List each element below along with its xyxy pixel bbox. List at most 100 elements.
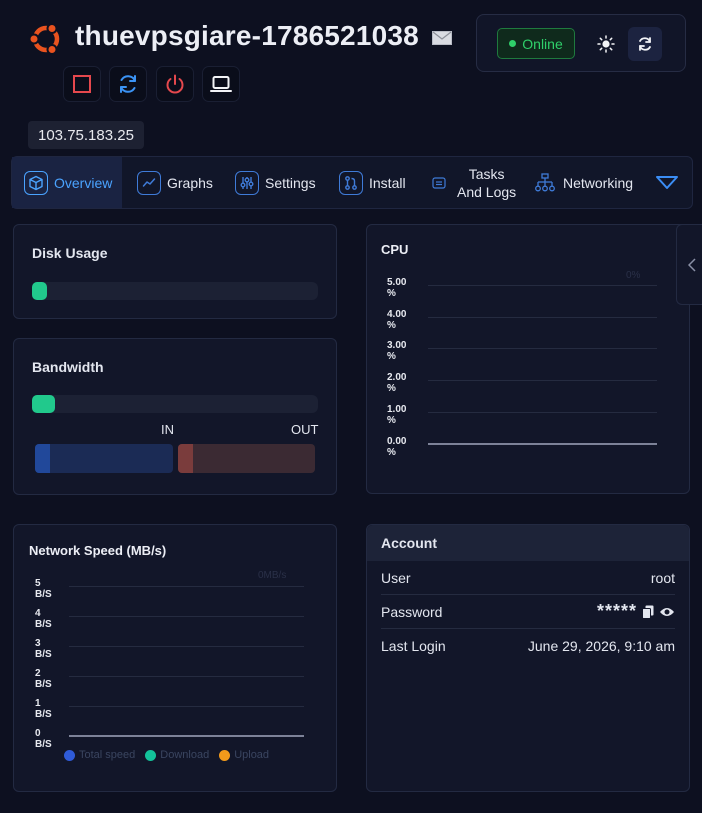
tab-label: Networking [563,174,634,191]
cpu-faint-label: 0% [626,270,641,281]
ubuntu-logo-icon [28,20,64,56]
tab-label-line1: Tasks [468,165,505,182]
ip-address[interactable]: 103.75.183.25 [28,121,144,149]
cpu-card [366,224,690,494]
tab-label: Install [369,174,406,191]
tab-install[interactable]: Install [339,157,406,208]
status-dot-icon [509,40,517,47]
bandwidth-in-fill [35,444,50,473]
list-icon [427,171,451,195]
account-label: Last Login [381,638,446,654]
tab-label: Overview [54,174,113,191]
network-series-line [69,735,304,737]
sliders-icon [235,170,259,195]
tab-label: Graphs [167,174,213,191]
cpu-gridline [428,380,657,381]
bandwidth-out-label: OUT [291,422,319,437]
account-row-user: User root [381,561,675,595]
tab-label-line2: And Logs [457,183,517,200]
stop-button[interactable] [64,67,100,101]
cpu-y-tick: 0.00 % [387,436,407,458]
cpu-y-tick: 2.00 % [387,372,407,394]
status-badge: Online [497,28,575,59]
cpu-gridline [428,317,657,318]
tab-graphs[interactable]: Graphs [137,157,213,208]
theme-toggle-button[interactable] [592,29,620,59]
bandwidth-in-bar [35,444,173,473]
disk-usage-card [13,224,337,319]
more-tabs-chevron-icon[interactable] [654,170,680,196]
network-gridline [69,616,304,617]
network-y-tick: 0 B/S [35,728,52,750]
side-panel-toggle[interactable] [676,224,702,305]
bandwidth-bar [32,395,318,413]
legend-item[interactable]: Total speed [64,749,135,761]
network-y-tick: 2 B/S [35,668,52,690]
eye-icon[interactable] [659,606,675,618]
power-icon [166,74,184,94]
network-gridline [69,586,304,587]
network-icon [533,171,557,195]
cube-icon [24,170,48,195]
disk-usage-fill [32,282,47,300]
account-label: Password [381,603,443,620]
tab-settings[interactable]: Settings [235,157,316,208]
network-y-tick: 1 B/S [35,698,52,720]
chart-line-icon [137,170,161,195]
cpu-y-tick: 1.00 % [387,404,407,426]
network-gridline [69,676,304,677]
refresh-icon [639,37,651,51]
network-y-tick: 3 B/S [35,638,52,660]
restart-button[interactable] [110,67,146,101]
cpu-series-line [428,443,657,445]
tab-label: Settings [265,174,316,191]
copy-icon[interactable] [642,605,654,619]
disk-usage-bar [32,282,318,300]
cpu-title: CPU [381,242,409,257]
tab-tasks-and-logs[interactable]: Tasks And Logs [427,157,516,208]
cpu-gridline [428,285,657,286]
bandwidth-fill [32,395,55,413]
account-title: Account [381,535,437,551]
bandwidth-title: Bandwidth [32,359,104,375]
network-y-tick: 4 B/S [35,608,52,630]
cpu-y-tick: 4.00 % [387,309,407,331]
legend-label: Upload [234,749,270,761]
tab-networking[interactable]: Networking [533,157,633,208]
password-mask: ***** [596,601,637,621]
bandwidth-in-label: IN [161,422,174,437]
disk-usage-title: Disk Usage [32,245,108,261]
network-gridline [69,646,304,647]
legend-label: Download [160,749,210,761]
network-legend: Total speed Download Upload [64,749,269,761]
cpu-gridline [428,348,657,349]
tab-overview[interactable]: Overview [12,157,122,208]
account-value[interactable]: root [651,570,675,586]
network-y-tick: 5 B/S [35,578,52,600]
sun-icon [597,35,615,53]
account-row-last-login: Last Login June 29, 2026, 9:10 am [381,629,675,663]
bandwidth-out-fill [178,444,193,473]
legend-swatch [64,749,75,761]
status-text: Online [522,35,563,52]
legend-item[interactable]: Download [145,749,209,761]
git-icon [339,170,363,195]
refresh-button[interactable] [628,27,662,61]
network-faint-label: 0MB/s [258,570,287,581]
stop-icon [73,75,91,93]
power-button[interactable] [157,67,193,101]
account-value: June 29, 2026, 9:10 am [527,638,675,654]
bandwidth-out-bar [178,444,315,473]
account-label: User [381,569,411,586]
server-name: thuevpsgiare-1786521038 [75,20,419,51]
cpu-y-tick: 3.00 % [387,340,407,362]
chevron-left-icon [687,257,696,272]
console-icon [210,76,232,92]
legend-swatch [219,749,231,761]
console-button[interactable] [203,67,239,101]
legend-item[interactable]: Upload [219,749,269,761]
mail-icon[interactable] [432,31,452,45]
account-row-password: Password ***** [381,595,675,629]
legend-label: Total speed [79,749,136,761]
network-gridline [69,706,304,707]
